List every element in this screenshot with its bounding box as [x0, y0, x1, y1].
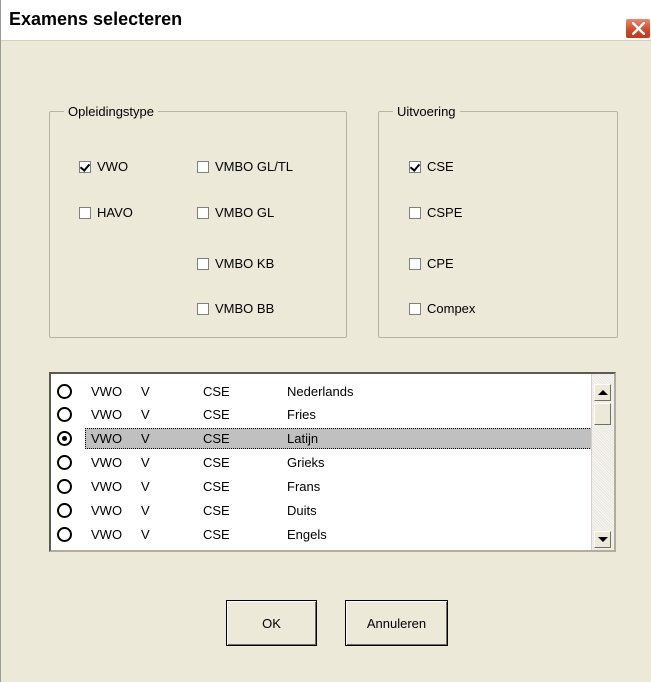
cell-level: V — [141, 431, 150, 446]
scroll-up-button[interactable] — [594, 384, 611, 401]
radio-button[interactable] — [57, 407, 72, 422]
checkbox-vmbo-gl-tl[interactable]: VMBO GL/TL — [197, 159, 293, 174]
list-item[interactable]: VWO V CSE Engels — [53, 524, 592, 545]
radio-button[interactable] — [57, 527, 72, 542]
cell-type: VWO — [91, 479, 123, 494]
checkbox-cspe[interactable]: CSPE — [409, 205, 462, 220]
cell-exam: CSE — [203, 384, 230, 399]
arrow-up-icon — [598, 390, 608, 395]
checkbox-box[interactable] — [409, 257, 421, 270]
cell-level: V — [141, 527, 150, 542]
list-item[interactable]: VWO V CSE Fries — [53, 404, 592, 425]
checkbox-box[interactable] — [409, 302, 421, 315]
cell-exam: CSE — [203, 455, 230, 470]
checkbox-box[interactable] — [409, 206, 421, 219]
checkbox-label: VMBO BB — [215, 301, 275, 316]
window-title: Examens selecteren — [9, 9, 183, 29]
cell-level: V — [141, 455, 150, 470]
checkbox-label: CPE — [427, 256, 454, 271]
close-icon — [632, 22, 645, 35]
cell-level: V — [141, 479, 150, 494]
checkbox-cse[interactable]: CSE — [409, 159, 454, 174]
cell-type: VWO — [91, 455, 123, 470]
checkbox-label: Compex — [427, 301, 476, 316]
vertical-scrollbar[interactable] — [591, 374, 614, 550]
ok-button[interactable]: OK — [226, 600, 317, 646]
radio-button-selected[interactable] — [57, 431, 72, 446]
checkbox-label: VMBO KB — [215, 256, 275, 271]
arrow-down-icon — [598, 537, 608, 542]
close-button[interactable] — [625, 18, 651, 39]
list-item[interactable]: VWO V CSE Frans — [53, 476, 592, 497]
checkbox-cpe[interactable]: CPE — [409, 256, 454, 271]
selection-highlight — [85, 428, 592, 449]
checkbox-compex[interactable]: Compex — [409, 301, 475, 316]
cell-exam: CSE — [203, 431, 230, 446]
cell-subject: Duits — [287, 503, 317, 518]
cell-type: VWO — [91, 407, 123, 422]
radio-button[interactable] — [57, 503, 72, 518]
checkbox-box[interactable] — [79, 160, 91, 173]
radio-button[interactable] — [57, 479, 72, 494]
cell-type: VWO — [91, 384, 123, 399]
cell-subject: Grieks — [287, 455, 325, 470]
cell-type: VWO — [91, 431, 123, 446]
checkbox-havo[interactable]: HAVO — [79, 205, 133, 220]
cell-subject: Latijn — [287, 431, 319, 446]
list-item[interactable]: VWO V CSE Grieks — [53, 452, 592, 473]
checkbox-box[interactable] — [197, 206, 209, 219]
exam-select-dialog: Examens selecteren Opleidingstype VWO HA… — [0, 0, 651, 682]
list-item-selected[interactable]: VWO V CSE Latijn — [53, 428, 592, 449]
checkbox-label: VWO — [97, 159, 129, 174]
radio-button[interactable] — [57, 384, 72, 399]
checkbox-box[interactable] — [79, 206, 91, 219]
checkbox-vwo[interactable]: VWO — [79, 159, 128, 174]
checkbox-label: VMBO GL — [215, 205, 275, 220]
checkbox-vmbo-kb[interactable]: VMBO KB — [197, 256, 274, 271]
checkbox-box[interactable] — [409, 160, 421, 173]
cell-subject: Fries — [287, 407, 316, 422]
cell-subject: Frans — [287, 479, 321, 494]
checkbox-box[interactable] — [197, 257, 209, 270]
checkbox-label: HAVO — [97, 205, 133, 220]
checkbox-label: VMBO GL/TL — [215, 159, 294, 174]
cell-exam: CSE — [203, 407, 230, 422]
scroll-thumb[interactable] — [594, 403, 611, 425]
checkbox-label: CSE — [427, 159, 454, 174]
title-bar[interactable]: Examens selecteren — [1, 0, 651, 41]
checkbox-box[interactable] — [197, 302, 209, 315]
exam-listbox[interactable]: VWO V CSE Nederlands VWO V CSE Fries VWO… — [49, 372, 616, 552]
uitvoering-legend: Uitvoering — [397, 104, 456, 119]
cell-exam: CSE — [203, 479, 230, 494]
cancel-button[interactable]: Annuleren — [345, 600, 448, 646]
checkbox-vmbo-bb[interactable]: VMBO BB — [197, 301, 274, 316]
cell-level: V — [141, 384, 150, 399]
opleidingstype-legend: Opleidingstype — [68, 104, 154, 119]
cell-type: VWO — [91, 527, 123, 542]
radio-button[interactable] — [57, 455, 72, 470]
checkbox-box[interactable] — [197, 160, 209, 173]
cell-subject: Engels — [287, 527, 327, 542]
list-item[interactable]: VWO V CSE Duits — [53, 500, 592, 521]
cell-exam: CSE — [203, 503, 230, 518]
cell-exam: CSE — [203, 527, 230, 542]
cell-level: V — [141, 503, 150, 518]
cell-type: VWO — [91, 503, 123, 518]
checkbox-label: CSPE — [427, 205, 463, 220]
cell-subject: Nederlands — [287, 384, 354, 399]
checkbox-vmbo-gl[interactable]: VMBO GL — [197, 205, 274, 220]
list-item[interactable]: VWO V CSE Nederlands — [53, 381, 592, 402]
scroll-down-button[interactable] — [594, 531, 611, 548]
cell-level: V — [141, 407, 150, 422]
